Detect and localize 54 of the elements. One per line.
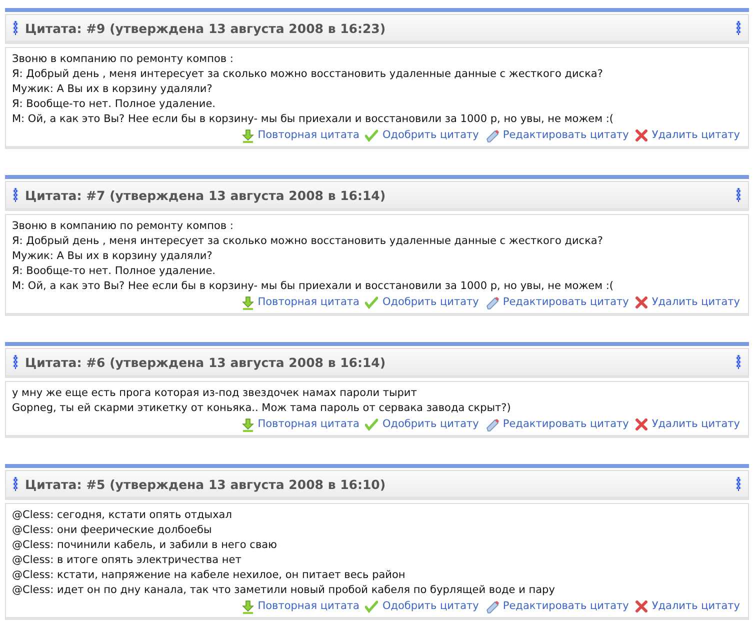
download-arrow-icon [242,600,254,614]
quote-title: Цитата: #5 (утверждена 13 августа 2008 в 16:10) [25,476,386,492]
action-link[interactable]: Повторная цитата [258,295,360,310]
quote-line: М: Ой, а как это Вы? Нее если бы в корзину- мы бы приехали и восстановили за 1000 р, но увы, не можем :( [12,112,615,127]
check-icon [365,418,378,431]
action-link[interactable]: Редактировать цитату [502,128,629,143]
action-link[interactable]: Удалить цитату [652,599,740,614]
quote-title: Цитата: #9 (утверждена 13 августа 2008 в 16:23) [25,20,386,36]
quote-line: Звоню в компанию по ремонту компов : [12,52,234,67]
quote-line: @Cless: починили кабель, и забили в него сваю [12,538,278,553]
pencil-icon [484,296,499,310]
download-arrow-icon [242,296,254,310]
quote-line: @Cless: в итоге опять электричества нет [12,553,242,568]
close-icon [634,418,648,431]
quote-line: Звоню в компанию по ремонту компов : [12,219,234,234]
pencil-icon [484,600,499,614]
quote-line: @Cless: кстати, напряжение на кабеле нехилое, он питает весь район [12,568,406,583]
quote-title: Цитата: #6 (утверждена 13 августа 2008 в 16:14) [25,354,386,370]
action-link[interactable]: Повторная цитата [258,417,360,432]
action-link[interactable]: Редактировать цитату [502,417,629,432]
action-link[interactable]: Одобрить цитату [382,599,479,614]
close-icon [634,129,648,142]
quote-line: @Cless: они феерические долбоебы [12,523,213,538]
pencil-icon [484,418,499,432]
quote-line: Я: Вообще-то нет. Полное удаление. [12,97,217,112]
quote-line: Мужик: А Вы их в корзину удаляли? [12,82,214,97]
close-icon [634,296,648,309]
check-icon [365,296,378,309]
close-icon [634,600,648,613]
action-link[interactable]: Одобрить цитату [382,417,479,432]
action-link[interactable]: Редактировать цитату [502,599,629,614]
quote-line: @Cless: идет он по дну канала, так что заметили новый пробой кабеля по бурлящей воде и пару [12,583,556,598]
action-link[interactable]: Редактировать цитату [502,295,629,310]
check-icon [365,129,378,142]
action-link[interactable]: Удалить цитату [652,417,740,432]
pencil-icon [484,128,499,142]
quote-line: М: Ой, а как это Вы? Нее если бы в корзину- мы бы приехали и восстановили за 1000 р, но увы, не можем :( [12,279,615,294]
download-arrow-icon [242,128,254,142]
quote-line: Я: Вообще-то нет. Полное удаление. [12,264,217,279]
quote-line: у мну же еще есть прога которая из-под звездочек намах пароли тырит [12,386,418,401]
quote-line: @Cless: сегодня, кстати опять отдыхал [12,508,233,523]
quote-line: Я: Добрый день , меня интересует за сколько можно восстановить удаленные данные с жесткого диска? [12,234,604,249]
action-link[interactable]: Повторная цитата [258,599,360,614]
download-arrow-icon [242,418,254,432]
quote-line: Мужик: А Вы их в корзину удаляли? [12,249,214,264]
quote-title: Цитата: #7 (утверждена 13 августа 2008 в 16:14) [25,188,386,202]
action-link[interactable]: Повторная цитата [258,128,360,143]
quote-line: Gopneg, ты ей скарми этикетку от коньяка.. Мож тама пароль от сервака завода скрыт?) [12,401,512,416]
action-link[interactable]: Удалить цитату [652,295,740,310]
quote-line: Я: Добрый день , меня интересует за сколько можно восстановить удаленные данные с жесткого диска? [12,67,604,82]
action-link[interactable]: Одобрить цитату [382,128,479,143]
check-icon [365,600,378,613]
action-link[interactable]: Удалить цитату [652,128,740,143]
action-link[interactable]: Одобрить цитату [382,295,479,310]
